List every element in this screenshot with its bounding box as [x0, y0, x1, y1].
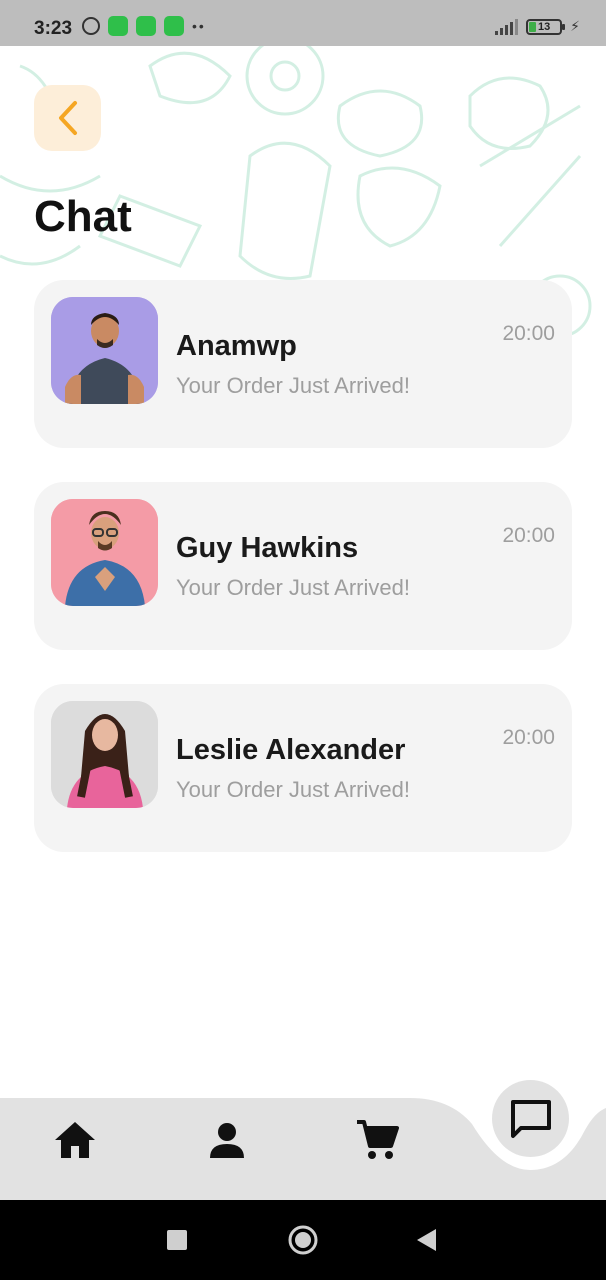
- nav-home[interactable]: [53, 1118, 97, 1162]
- avatar: [51, 499, 158, 606]
- chat-time: 20:00: [502, 322, 555, 345]
- cart-icon: [357, 1120, 399, 1159]
- chat-name: Guy Hawkins: [176, 532, 359, 564]
- app-badge-icon: [164, 16, 184, 36]
- app-badge-icon: [136, 16, 156, 36]
- app-badge-icon: [108, 16, 128, 36]
- nav-profile[interactable]: [205, 1118, 249, 1162]
- nav-cart[interactable]: [355, 1118, 399, 1162]
- chat-time: 20:00: [502, 726, 555, 749]
- home-system-button[interactable]: [285, 1222, 321, 1258]
- battery-level: 13: [538, 20, 551, 33]
- square-icon: [167, 1230, 187, 1250]
- alarm-icon: [82, 17, 100, 35]
- more-dots-icon: ••: [192, 18, 206, 34]
- charging-icon: ⚡: [570, 18, 580, 34]
- status-left-icons: ••: [82, 16, 206, 36]
- status-time: 3:23: [34, 18, 73, 39]
- chat-icon: [510, 1099, 551, 1138]
- chat-list-item[interactable]: Guy Hawkins Your Order Just Arrived! 20:…: [34, 482, 572, 650]
- chat-name: Leslie Alexander: [176, 734, 406, 766]
- triangle-back-icon: [417, 1229, 436, 1251]
- signal-icon: [495, 18, 519, 35]
- battery-icon: 13: [526, 18, 566, 35]
- chat-last-message: Your Order Just Arrived!: [176, 575, 410, 600]
- avatar: [51, 297, 158, 404]
- back-system-button[interactable]: [408, 1222, 444, 1258]
- back-button[interactable]: [34, 85, 101, 151]
- status-right-icons: 13 ⚡: [495, 18, 580, 35]
- chat-last-message: Your Order Just Arrived!: [176, 777, 410, 802]
- chat-list-item[interactable]: Anamwp Your Order Just Arrived! 20:00: [34, 280, 572, 448]
- chevron-left-icon: [58, 101, 77, 135]
- chat-time: 20:00: [502, 524, 555, 547]
- chat-last-message: Your Order Just Arrived!: [176, 373, 410, 398]
- home-icon: [55, 1122, 95, 1158]
- chat-list: Anamwp Your Order Just Arrived! 20:00 Gu…: [34, 280, 572, 886]
- status-bar: 3:23 •• 13 ⚡: [0, 0, 606, 46]
- circle-icon: [288, 1225, 318, 1255]
- avatar: [51, 701, 158, 808]
- page-title: Chat: [34, 192, 132, 241]
- chat-list-item[interactable]: Leslie Alexander Your Order Just Arrived…: [34, 684, 572, 852]
- recents-button[interactable]: [159, 1222, 195, 1258]
- nav-chat[interactable]: [492, 1080, 569, 1157]
- profile-icon: [210, 1123, 244, 1158]
- chat-name: Anamwp: [176, 330, 297, 362]
